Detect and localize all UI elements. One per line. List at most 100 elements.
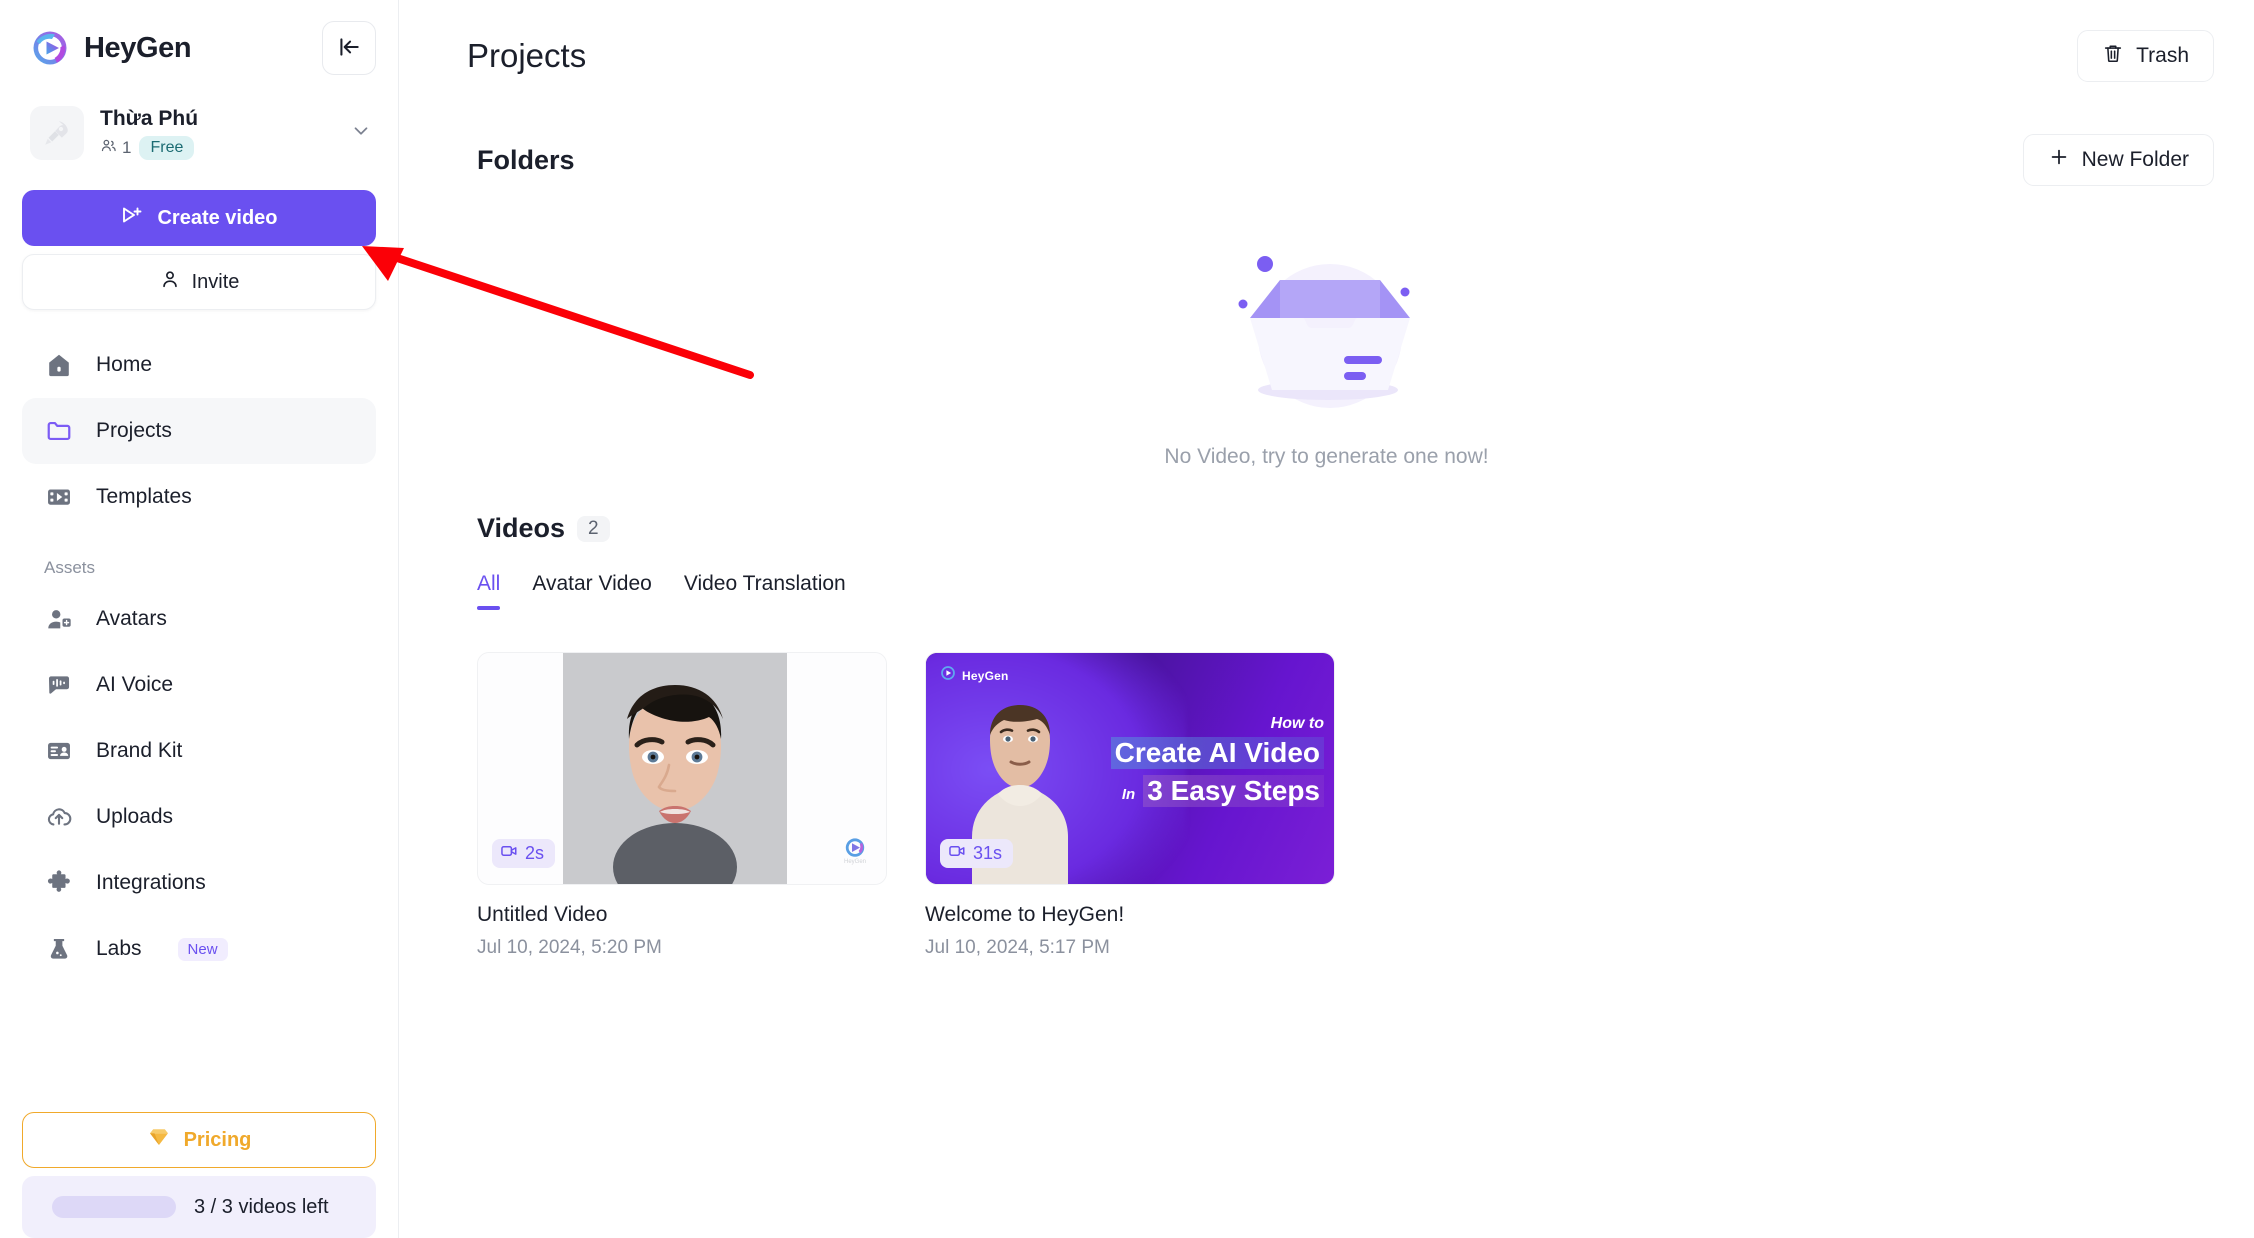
workspace-switcher[interactable]: Thừa Phú 1 Free (30, 102, 376, 164)
trash-button[interactable]: Trash (2077, 30, 2214, 82)
templates-icon (44, 482, 74, 512)
avatar-add-icon (44, 604, 74, 634)
collapse-sidebar-button[interactable] (322, 21, 376, 75)
plan-badge: Free (139, 135, 195, 160)
sidebar-item-avatars-label: Avatars (96, 607, 167, 630)
flask-icon (44, 934, 74, 964)
pricing-label: Pricing (183, 1128, 252, 1151)
folder-icon (44, 416, 74, 446)
avatar-photo (563, 653, 787, 884)
videos-tabs: All Avatar Video Video Translation (477, 572, 2214, 610)
brand[interactable]: HeyGen (30, 28, 192, 68)
videos-title: Videos (477, 513, 566, 543)
sidebar-item-templates-label: Templates (96, 485, 192, 508)
labs-new-badge: New (177, 937, 228, 961)
duration-badge: 2s (492, 839, 556, 868)
main-content: Projects Trash Folders New Folder No Vid… (399, 0, 2254, 1238)
pricing-button[interactable]: Pricing (22, 1112, 376, 1168)
sidebar-item-brand-kit[interactable]: Brand Kit (22, 718, 376, 784)
tab-video-translation-label: Video Translation (683, 572, 846, 595)
tab-avatar-video-label: Avatar Video (532, 572, 652, 595)
promo-line-1: Create AI Video (1110, 737, 1324, 769)
sidebar-item-ai-voice[interactable]: AI Voice (22, 652, 376, 718)
chevron-down-icon[interactable] (350, 120, 376, 147)
heygen-brand-overlay: HeyGen (940, 665, 1009, 686)
tab-video-translation[interactable]: Video Translation (668, 572, 862, 610)
page-header: Projects Trash (399, 0, 2254, 82)
sidebar-item-uploads[interactable]: Uploads (22, 784, 376, 850)
videos-grid: 2s HeyGen Untitled Video Jul 10, 2024, 5… (399, 652, 2254, 959)
sidebar-item-projects[interactable]: Projects (22, 398, 376, 464)
duration-label: 31s (973, 843, 1003, 863)
folders-empty-state: No Video, try to generate one now! (399, 228, 2254, 469)
video-title: Welcome to HeyGen! (925, 903, 1125, 926)
app-root: HeyGen Thừa Phú 1 Free Create video Invi… (0, 0, 2254, 1238)
tab-all[interactable]: All (477, 572, 516, 610)
folders-header: Folders New Folder (399, 134, 2254, 186)
trash-label: Trash (2136, 44, 2189, 67)
invite-label: Invite (191, 270, 240, 293)
video-thumbnail[interactable]: HeyGen How to Create AI Video In 3 Easy … (925, 652, 1335, 885)
duration-badge: 31s (940, 839, 1014, 868)
video-card[interactable]: 2s HeyGen Untitled Video Jul 10, 2024, 5… (477, 652, 887, 959)
sidebar-item-brand-kit-label: Brand Kit (96, 739, 183, 762)
video-camera-icon (948, 842, 966, 865)
folders-empty-text: No Video, try to generate one now! (1164, 445, 1489, 468)
heygen-logo-icon (940, 665, 956, 686)
puzzle-icon (44, 868, 74, 898)
cloud-upload-icon (44, 802, 74, 832)
video-title: Untitled Video (477, 903, 608, 926)
brand-name: HeyGen (84, 31, 192, 64)
create-video-label: Create video (157, 206, 278, 229)
video-quota: 3 / 3 videos left (22, 1176, 376, 1238)
video-thumbnail[interactable]: 2s HeyGen (477, 652, 887, 885)
sidebar-footer: Pricing 3 / 3 videos left (0, 1112, 398, 1238)
svg-text:HeyGen: HeyGen (844, 859, 866, 865)
sidebar-item-labs-label: Labs (96, 937, 142, 960)
create-video-button[interactable]: Create video (22, 190, 376, 246)
video-plus-icon (120, 203, 144, 233)
sidebar-item-projects-label: Projects (96, 419, 172, 442)
heygen-watermark: HeyGen (842, 835, 876, 870)
invite-button[interactable]: Invite (22, 254, 376, 310)
new-folder-label: New Folder (2081, 148, 2189, 171)
promo-line-2-row: In 3 Easy Steps (1034, 775, 1324, 807)
sidebar-item-uploads-label: Uploads (96, 805, 174, 828)
sidebar-nav: Home Projects Templates Assets Avatars A… (0, 332, 398, 982)
brand-kit-icon (44, 736, 74, 766)
trash-icon (2102, 42, 2124, 70)
workspace-info: Thừa Phú 1 Free (100, 107, 334, 160)
folders-title: Folders (477, 144, 575, 175)
sidebar-item-labs[interactable]: Labs New (22, 916, 376, 982)
members-count: 1 (122, 137, 132, 157)
tab-all-label: All (477, 572, 501, 595)
video-date: Jul 10, 2024, 5:20 PM (477, 937, 662, 958)
assets-section-label: Assets (44, 558, 96, 577)
new-folder-button[interactable]: New Folder (2022, 134, 2214, 186)
heygen-overlay-label: HeyGen (962, 668, 1009, 683)
sidebar-item-home[interactable]: Home (22, 332, 376, 398)
sidebar-item-integrations[interactable]: Integrations (22, 850, 376, 916)
videos-header: Videos 2 All Avatar Video Video Translat… (399, 513, 2254, 610)
home-icon (44, 350, 74, 380)
quota-progress-bar (52, 1196, 176, 1218)
promo-line-2: 3 Easy Steps (1143, 775, 1324, 807)
duration-label: 2s (525, 843, 545, 863)
rocket-icon (30, 106, 84, 160)
collapse-sidebar-icon (336, 34, 362, 63)
voice-icon (44, 670, 74, 700)
empty-tray-illustration (1202, 228, 1452, 433)
sidebar-header: HeyGen (0, 0, 398, 75)
tab-avatar-video[interactable]: Avatar Video (516, 572, 667, 610)
videos-title-row: Videos 2 (477, 513, 2214, 544)
plus-icon (2048, 146, 2070, 174)
sidebar-actions: Create video Invite (22, 190, 376, 310)
video-date: Jul 10, 2024, 5:17 PM (925, 937, 1110, 958)
sidebar-item-templates[interactable]: Templates (22, 464, 376, 530)
sidebar-item-avatars[interactable]: Avatars (22, 586, 376, 652)
video-card[interactable]: HeyGen How to Create AI Video In 3 Easy … (925, 652, 1335, 959)
heygen-logo-icon (30, 28, 70, 68)
page-title: Projects (467, 37, 587, 74)
videos-count-badge: 2 (577, 515, 610, 542)
workspace-name: Thừa Phú (100, 106, 199, 130)
